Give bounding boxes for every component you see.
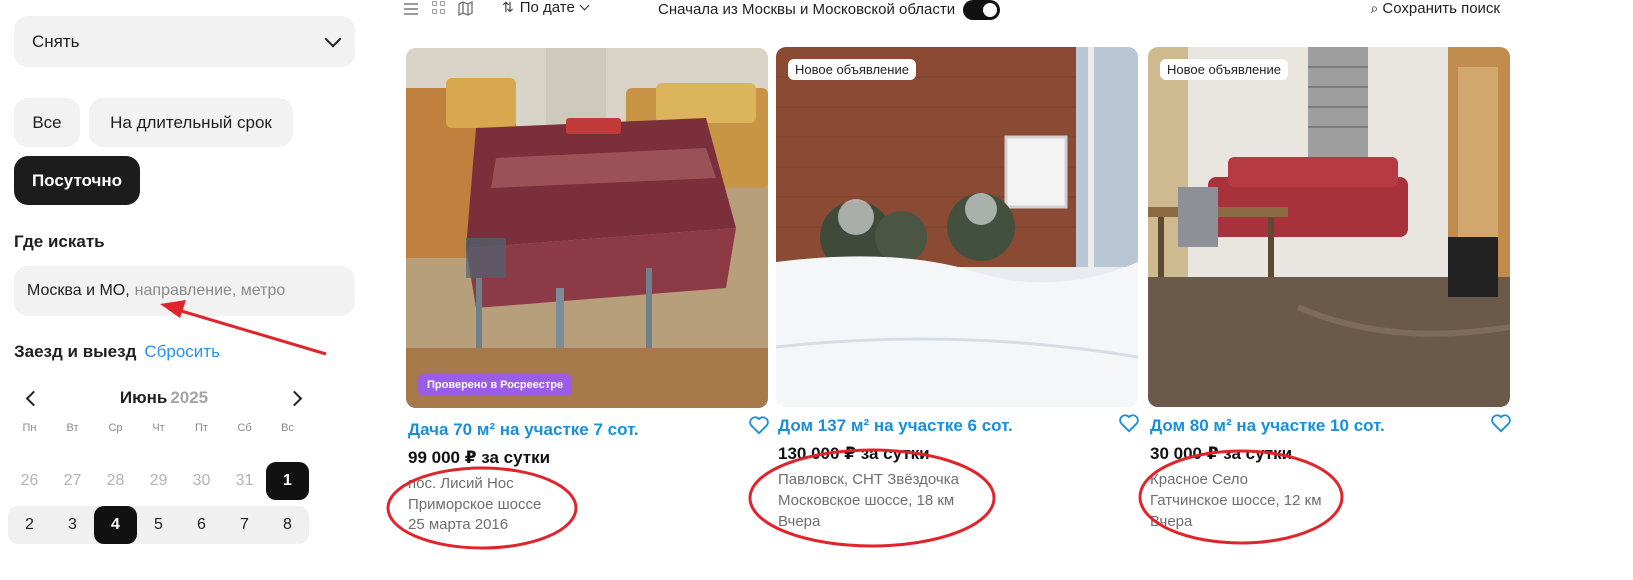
calendar-day[interactable]: 5 bbox=[137, 506, 180, 544]
deal-type-value: Снять bbox=[32, 31, 80, 51]
calendar-day[interactable]: 7 bbox=[223, 506, 266, 544]
listing-card[interactable]: Новое объявление Дом 137 м² на участке 6… bbox=[776, 0, 1140, 580]
calendar-day: 26 bbox=[20, 472, 39, 489]
calendar-month: Июнь bbox=[119, 388, 168, 407]
listing-photo-living-room bbox=[1148, 47, 1510, 407]
listing-date: Вчера bbox=[778, 513, 821, 530]
new-listing-badge: Новое объявление bbox=[1160, 59, 1288, 80]
listing-photo-interior-table bbox=[406, 48, 768, 408]
where-label: Где искать bbox=[14, 232, 105, 251]
rent-chip-daily[interactable]: Посуточно bbox=[14, 156, 140, 205]
listing-locality: пос. Лисий Нос bbox=[408, 475, 514, 492]
listing-price: 130 000 ₽ за сутки bbox=[778, 444, 930, 463]
chevron-right-icon[interactable] bbox=[286, 390, 303, 406]
rent-chip-label: Все bbox=[32, 112, 62, 132]
listing-road: Московское шоссе, 18 км bbox=[778, 492, 955, 509]
weekday-label: Сб bbox=[237, 422, 252, 434]
rent-chip-label: Посуточно bbox=[31, 170, 123, 190]
calendar-day: 27 bbox=[63, 472, 82, 489]
listing-road: Приморское шоссе bbox=[408, 496, 542, 513]
calendar-week-1: 26 27 28 29 30 31 1 bbox=[8, 462, 309, 500]
dates-label-row: Заезд и выезд Сбросить bbox=[14, 342, 220, 362]
calendar-day-checkout[interactable]: 4 bbox=[94, 506, 137, 544]
weekday-label: Чт bbox=[152, 422, 165, 434]
favorite-heart-icon[interactable] bbox=[748, 415, 770, 435]
listing-title[interactable]: Дача 70 м² на участке 7 сот. bbox=[408, 420, 639, 440]
calendar-day: 31 bbox=[235, 472, 254, 489]
deal-type-select[interactable]: Снять bbox=[14, 16, 355, 67]
calendar-weekdays: Пн Вт Ср Чт Пт Сб Вс bbox=[8, 422, 309, 434]
calendar-day[interactable]: 2 bbox=[8, 506, 51, 544]
calendar-day: 30 bbox=[192, 472, 211, 489]
chevron-left-icon[interactable] bbox=[25, 390, 42, 406]
listing-locality: Павловск, СНТ Звёздочка bbox=[778, 471, 959, 488]
listing-date: Вчера bbox=[1150, 513, 1193, 530]
listing-photo[interactable]: Новое объявление bbox=[1148, 47, 1510, 407]
weekday-label: Вс bbox=[281, 422, 294, 434]
listing-photo[interactable]: Проверено в Росреестре bbox=[406, 48, 768, 408]
listing-locality: Красное Село bbox=[1150, 471, 1248, 488]
filters-sidebar: Снять Все На длительный срок Посуточно Г… bbox=[0, 0, 390, 580]
weekday-label: Ср bbox=[108, 422, 123, 434]
listing-road: Гатчинское шоссе, 12 км bbox=[1150, 492, 1322, 509]
favorite-heart-icon[interactable] bbox=[1490, 413, 1512, 433]
calendar-year: 2025 bbox=[170, 388, 209, 407]
weekday-label: Пт bbox=[195, 422, 208, 434]
rent-chip-long-term[interactable]: На длительный срок bbox=[89, 98, 293, 147]
listing-title[interactable]: Дом 80 м² на участке 10 сот. bbox=[1150, 416, 1385, 436]
location-placeholder: направление, метро bbox=[134, 282, 286, 299]
new-listing-badge: Новое объявление bbox=[788, 59, 916, 80]
calendar-day[interactable]: 6 bbox=[180, 506, 223, 544]
weekday-label: Пн bbox=[22, 422, 37, 434]
listing-photo[interactable]: Новое объявление bbox=[776, 47, 1138, 407]
location-search-input[interactable]: Москва и МО, направление, метро bbox=[14, 266, 355, 316]
rent-chip-label: На длительный срок bbox=[110, 112, 272, 132]
listing-title[interactable]: Дом 137 м² на участке 6 сот. bbox=[778, 416, 1013, 436]
dates-label: Заезд и выезд bbox=[14, 342, 137, 361]
listing-card[interactable]: Проверено в Росреестре Дача 70 м² на уча… bbox=[406, 0, 770, 580]
calendar-day[interactable]: 3 bbox=[51, 506, 94, 544]
calendar-day: 29 bbox=[149, 472, 168, 489]
location-value: Москва и МО, bbox=[27, 282, 130, 299]
reset-dates-link[interactable]: Сбросить bbox=[144, 342, 220, 361]
listing-price: 30 000 ₽ за сутки bbox=[1150, 444, 1293, 463]
calendar-day-checkin[interactable]: 1 bbox=[266, 462, 309, 500]
listing-photo-snowy-house bbox=[776, 47, 1138, 407]
calendar-month-title: Июнь 2025 bbox=[120, 388, 208, 408]
verified-badge: Проверено в Росреестре bbox=[418, 374, 573, 396]
calendar-header: Июнь 2025 bbox=[14, 384, 314, 412]
calendar-day[interactable]: 8 bbox=[266, 506, 309, 544]
chevron-down-icon bbox=[324, 30, 342, 47]
weekday-label: Вт bbox=[66, 422, 79, 434]
rent-chip-all[interactable]: Все bbox=[14, 98, 80, 147]
favorite-heart-icon[interactable] bbox=[1118, 413, 1140, 433]
listing-price: 99 000 ₽ за сутки bbox=[408, 448, 551, 467]
listing-date: 25 марта 2016 bbox=[408, 516, 509, 533]
calendar-day: 28 bbox=[106, 472, 125, 489]
listing-card[interactable]: Новое объявление Дом 80 м² на участке 10… bbox=[1148, 0, 1512, 580]
calendar-week-2: 2 3 4 5 6 7 8 bbox=[8, 506, 309, 544]
